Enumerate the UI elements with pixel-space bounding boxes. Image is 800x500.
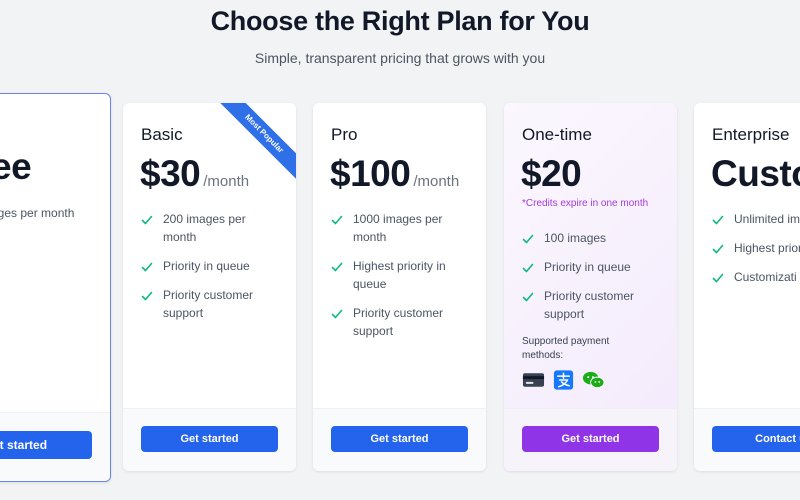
plan-name: Enterprise xyxy=(712,125,790,144)
feature-item: Customizati access xyxy=(712,268,800,286)
check-icon xyxy=(141,291,153,301)
feature-item: Highest priority in queue xyxy=(331,257,472,293)
plan-period: /month xyxy=(203,173,250,190)
get-started-button-free[interactable]: et started xyxy=(0,431,92,459)
check-icon xyxy=(331,215,343,225)
plan-features: 200 images per month Priority in queue P… xyxy=(141,210,282,333)
feature-item: Highest prior queue xyxy=(712,239,800,257)
check-icon xyxy=(331,262,343,272)
feature-text: Priority customer support xyxy=(544,289,635,321)
plan-price: $30 xyxy=(140,153,201,194)
feature-item: Priority in queue xyxy=(522,258,663,276)
get-started-button-one-time[interactable]: Get started xyxy=(522,426,659,452)
plan-period: /month xyxy=(413,173,460,190)
feature-text: Highest priority in queue xyxy=(353,259,446,291)
alipay-icon xyxy=(553,370,574,390)
plan-features: 1000 images per month Highest priority i… xyxy=(331,210,472,351)
feature-text: 100 images xyxy=(544,231,607,245)
plan-card-pro: Pro $100/month 1000 images per month Hig… xyxy=(313,103,486,471)
plan-price: Custo xyxy=(711,153,800,194)
plan-footer: et started xyxy=(0,412,110,481)
check-icon xyxy=(712,273,724,283)
plan-footer: Get started xyxy=(504,408,677,471)
plan-price-row: ee xyxy=(0,146,32,188)
feature-item: Priority customer support xyxy=(331,304,472,340)
check-icon xyxy=(522,234,534,244)
feature-item: Priority customer support xyxy=(141,286,282,322)
feature-text: Priority in queue xyxy=(544,260,631,274)
wechat-pay-icon xyxy=(582,371,605,389)
check-icon xyxy=(141,262,153,272)
payment-methods-label: Supported payment methods: xyxy=(522,336,610,361)
plan-name: Pro xyxy=(331,125,358,144)
pricing-page: Choose the Right Plan for You Simple, tr… xyxy=(0,0,800,500)
check-icon xyxy=(331,309,343,319)
plan-card-free: ee ages per month et started xyxy=(0,93,111,482)
feature-text: Unlimited im month xyxy=(734,212,800,226)
plan-price: $100 xyxy=(330,153,411,194)
feature-item: Unlimited im month xyxy=(712,210,800,228)
plan-card-basic: Most Popular Basic $30/month 200 images … xyxy=(123,103,296,471)
check-icon xyxy=(712,215,724,225)
plan-price-row: Custo xyxy=(711,153,800,195)
plan-price-row: $20 xyxy=(521,153,582,195)
feature-text: Customizati access xyxy=(734,270,800,284)
check-icon xyxy=(712,244,724,254)
credits-expiry-note: *Credits expire in one month xyxy=(522,198,649,209)
check-icon xyxy=(141,215,153,225)
plan-footer: Get started xyxy=(123,408,296,471)
plan-footer: Get started xyxy=(313,408,486,471)
plan-card-one-time: One-time $20 *Credits expire in one mont… xyxy=(504,103,677,471)
plan-features: Unlimited im month Highest prior queue C… xyxy=(712,210,800,297)
feature-text: 200 images per month xyxy=(163,212,246,244)
plan-price-row: $30/month xyxy=(140,153,249,195)
page-subtitle: Simple, transparent pricing that grows w… xyxy=(254,50,546,66)
feature-text: Priority customer support xyxy=(163,288,254,320)
plan-card-enterprise: Enterprise Custo Unlimited im month High… xyxy=(694,103,800,471)
feature-item: Priority customer support xyxy=(522,287,663,323)
plan-price: ee xyxy=(0,146,32,187)
plan-footer: Contact u xyxy=(694,408,800,471)
feature-item: Priority in queue xyxy=(141,257,282,275)
feature-text: Priority customer support xyxy=(353,306,444,338)
check-icon xyxy=(522,292,534,302)
plan-name: Basic xyxy=(141,125,183,144)
feature-text: Highest prior queue xyxy=(734,241,800,255)
feature-text: 1000 images per month xyxy=(353,212,443,244)
payment-methods xyxy=(522,370,605,390)
plan-price-row: $100/month xyxy=(330,153,459,195)
contact-us-button[interactable]: Contact u xyxy=(712,426,800,452)
feature-item: 100 images xyxy=(522,229,663,247)
get-started-button-basic[interactable]: Get started xyxy=(141,426,278,452)
get-started-button-pro[interactable]: Get started xyxy=(331,426,468,452)
plan-features: 100 images Priority in queue Priority cu… xyxy=(522,229,663,334)
feature-item: 200 images per month xyxy=(141,210,282,246)
pricing-header: Choose the Right Plan for You Simple, tr… xyxy=(0,0,800,66)
check-icon xyxy=(522,263,534,273)
page-title: Choose the Right Plan for You xyxy=(210,6,590,36)
plan-feature-text: ages per month xyxy=(0,206,75,220)
feature-text: Priority in queue xyxy=(163,259,250,273)
plan-name: One-time xyxy=(522,125,592,144)
plan-price: $20 xyxy=(521,153,582,194)
credit-card-icon xyxy=(522,373,545,387)
feature-item: 1000 images per month xyxy=(331,210,472,246)
